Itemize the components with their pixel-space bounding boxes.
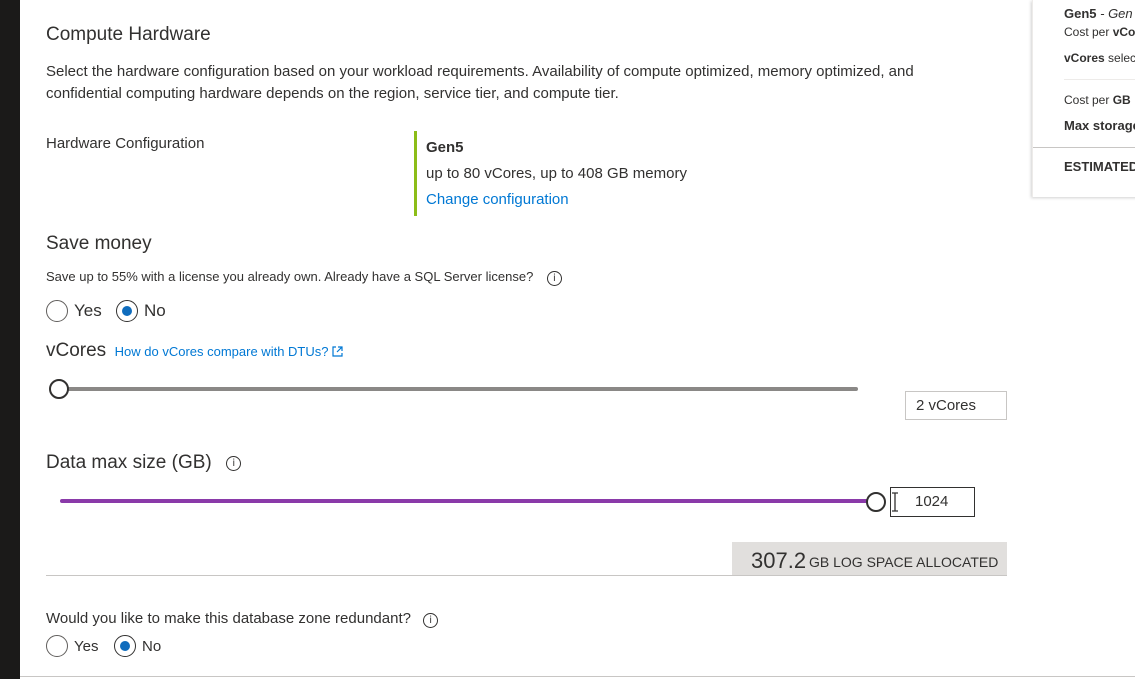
summary-gen-line: Gen5 - Gen (1064, 6, 1133, 21)
summary-cost-per-vcore: Cost per vCo (1064, 25, 1135, 39)
vcores-header: vCores How do vCores compare with DTUs? (46, 340, 343, 362)
zone-yes-radio[interactable] (46, 635, 68, 657)
summary-max-storage: Max storage (1064, 118, 1135, 133)
cost-summary-panel: Gen5 - Gen Cost per vCo vCores selec Cos… (1032, 0, 1135, 197)
external-link-icon (331, 346, 343, 357)
license-yes-label: Yes (74, 301, 102, 320)
data-max-slider-track[interactable] (60, 499, 875, 503)
summary-estimated-label: ESTIMATED (1064, 159, 1135, 174)
change-configuration-link[interactable]: Change configuration (426, 189, 569, 211)
data-max-slider-thumb[interactable] (866, 492, 886, 512)
compute-hardware-title: Compute Hardware (46, 24, 211, 45)
save-money-description: Save up to 55% with a license you alread… (46, 269, 562, 286)
summary-gen-desc: - Gen (1096, 6, 1133, 21)
zone-no-label: No (142, 637, 162, 655)
save-money-title: Save money (46, 233, 152, 254)
info-icon[interactable]: i (546, 271, 562, 286)
hardware-detail: up to 80 vCores, up to 408 GB memory (426, 165, 687, 182)
hardware-accent-bar (414, 131, 417, 216)
vcores-dtu-compare-link-text: How do vCores compare with DTUs? (114, 344, 329, 359)
license-yes-option[interactable]: Yes (46, 300, 102, 322)
description-line-1: Select the hardware configuration based … (46, 63, 914, 80)
zone-no-radio[interactable] (114, 635, 136, 657)
license-yes-radio[interactable] (46, 300, 68, 322)
data-max-size-title: Data max size (GB) (46, 452, 212, 473)
description-line-2: confidential computing hardware depends … (46, 85, 619, 102)
license-no-label: No (144, 301, 166, 320)
summary-vcores-bold: vCores (1064, 51, 1105, 65)
summary-vcores-selected: vCores selec (1064, 51, 1135, 65)
vcores-slider-thumb[interactable] (49, 379, 69, 399)
log-space-badge: 307.2 GB LOG SPACE ALLOCATED (732, 542, 1007, 576)
summary-cost-vcore-bold: vCo (1112, 25, 1135, 39)
zone-redundant-question-text: Would you like to make this database zon… (46, 610, 411, 627)
zone-no-option[interactable]: No (114, 635, 161, 657)
vcores-slider-track[interactable] (58, 387, 858, 391)
summary-cost-gb-prefix: Cost per (1064, 93, 1113, 107)
summary-cost-vcore-prefix: Cost per (1064, 25, 1113, 39)
summary-vcores-rest: selec (1104, 51, 1135, 65)
info-icon[interactable]: i (226, 456, 242, 471)
summary-divider-1 (1064, 79, 1135, 80)
vcores-value-box[interactable]: 2 vCores (905, 391, 1007, 420)
summary-divider-2 (1033, 147, 1135, 148)
zone-yes-label: Yes (74, 637, 99, 655)
vcores-title: vCores (46, 340, 107, 361)
data-max-size-value: 1024 (915, 493, 949, 510)
data-max-size-header: Data max size (GB) i (46, 452, 242, 474)
hardware-configuration-label: Hardware Configuration (46, 135, 205, 152)
license-no-radio[interactable] (116, 300, 138, 322)
left-edge-bar (0, 0, 20, 679)
log-space-label: GB LOG SPACE ALLOCATED (809, 554, 999, 570)
summary-cost-per-gb: Cost per GB (1064, 93, 1131, 107)
summary-cost-gb-bold: GB (1112, 93, 1131, 107)
compute-hardware-description: Select the hardware configuration based … (46, 61, 1026, 105)
zone-yes-option[interactable]: Yes (46, 635, 98, 657)
log-space-value: 307.2 (751, 548, 807, 573)
info-icon[interactable]: i (423, 613, 439, 628)
license-no-option[interactable]: No (116, 300, 166, 322)
save-money-description-text: Save up to 55% with a license you alread… (46, 269, 534, 284)
vcores-dtu-compare-link[interactable]: How do vCores compare with DTUs? (115, 344, 343, 359)
zone-redundant-question: Would you like to make this database zon… (46, 608, 439, 630)
section-divider (46, 575, 1007, 576)
bottom-border (20, 676, 1135, 677)
hardware-name: Gen5 (426, 139, 464, 156)
text-cursor-icon (892, 492, 898, 512)
data-max-size-input[interactable]: 1024 (890, 487, 975, 517)
summary-gen-name: Gen5 (1064, 6, 1097, 21)
